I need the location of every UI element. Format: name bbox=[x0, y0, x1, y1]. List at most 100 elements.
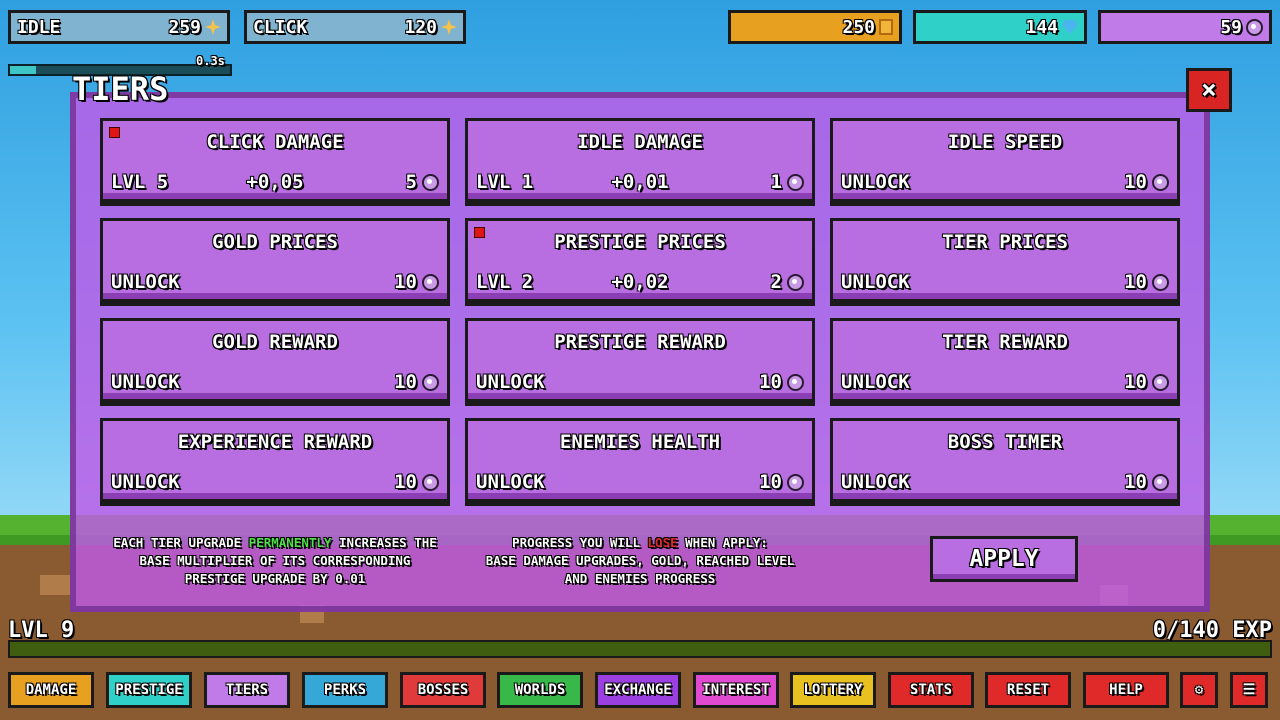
card-title: EXPERIENCE REWARD bbox=[177, 431, 373, 453]
info-highlight: PERMANENTLY bbox=[248, 535, 332, 550]
tier-card[interactable]: IDLE SPEED UNLOCK 10 bbox=[830, 118, 1180, 202]
apply-button[interactable]: APPLY bbox=[930, 536, 1078, 582]
card-title: TIER REWARD bbox=[942, 331, 1068, 353]
card-cost: 10 bbox=[1124, 371, 1147, 393]
click-damage-bar: CLICK 120 bbox=[244, 10, 466, 44]
card-title: GOLD PRICES bbox=[212, 231, 338, 253]
card-level: UNLOCK bbox=[841, 171, 910, 193]
close-icon: × bbox=[1201, 75, 1217, 105]
spark-icon bbox=[205, 19, 221, 35]
prestige-orb-icon bbox=[1152, 473, 1169, 491]
idle-value: 259 bbox=[168, 16, 201, 38]
nav-interest-button[interactable]: INTEREST bbox=[693, 672, 779, 708]
nav-label: STATS bbox=[909, 682, 953, 698]
nav-bosses-button[interactable]: BOSSES bbox=[400, 672, 486, 708]
gold-value: 250 bbox=[842, 16, 875, 38]
card-cost: 10 bbox=[759, 471, 782, 493]
prestige-orb-icon bbox=[1152, 273, 1169, 291]
prestige-orb-icon bbox=[787, 473, 804, 491]
player-level: LVL 9 bbox=[8, 618, 75, 643]
prestige-value: 59 bbox=[1220, 16, 1242, 38]
card-title: IDLE DAMAGE bbox=[577, 131, 703, 153]
spark-icon bbox=[441, 19, 457, 35]
card-level: LVL 1 bbox=[476, 171, 534, 193]
tier-card[interactable]: GOLD REWARD UNLOCK 10 bbox=[100, 318, 450, 402]
tier-card[interactable]: CLICK DAMAGE LVL 5 +0,05 5 bbox=[100, 118, 450, 202]
nav-stats-button[interactable]: STATS bbox=[888, 672, 974, 708]
tier-card[interactable]: EXPERIENCE REWARD UNLOCK 10 bbox=[100, 418, 450, 502]
tier-card[interactable]: PRESTIGE PRICES LVL 2 +0,02 2 bbox=[465, 218, 815, 302]
experience-value: 0/140 EXP bbox=[1152, 618, 1272, 643]
info-text: PROGRESS YOU WILL bbox=[512, 535, 648, 550]
nav-label: WORLDS bbox=[514, 682, 566, 698]
gems-value: 144 bbox=[1025, 16, 1058, 38]
card-level: UNLOCK bbox=[476, 471, 545, 493]
card-cost: 10 bbox=[394, 371, 417, 393]
nav-menu-button[interactable]: ☰ bbox=[1230, 672, 1268, 708]
card-title: TIER PRICES bbox=[942, 231, 1068, 253]
nav-damage-button[interactable]: DAMAGE bbox=[8, 672, 94, 708]
card-cost: 10 bbox=[1124, 171, 1147, 193]
tier-card[interactable]: ENEMIES HEALTH UNLOCK 10 bbox=[465, 418, 815, 502]
nav-tiers-button[interactable]: TIERS bbox=[204, 672, 290, 708]
gold-coin-icon bbox=[879, 19, 893, 35]
info-text: BASE MULTIPLIER OF ITS CORRESPONDING bbox=[139, 553, 411, 568]
card-title: CLICK DAMAGE bbox=[206, 131, 344, 153]
click-value: 120 bbox=[404, 16, 437, 38]
nav-help-button[interactable]: HELP bbox=[1083, 672, 1169, 708]
card-level: UNLOCK bbox=[841, 471, 910, 493]
card-cost: 10 bbox=[394, 271, 417, 293]
nav-label: PERKS bbox=[323, 682, 367, 698]
nav-worlds-button[interactable]: WORLDS bbox=[497, 672, 583, 708]
prestige-orb-icon bbox=[422, 273, 439, 291]
card-level: UNLOCK bbox=[111, 371, 180, 393]
nav-label: TIERS bbox=[225, 682, 269, 698]
tier-card[interactable]: GOLD PRICES UNLOCK 10 bbox=[100, 218, 450, 302]
diamond-icon bbox=[1062, 20, 1078, 34]
gems-bar: 144 bbox=[913, 10, 1087, 44]
card-level: UNLOCK bbox=[111, 271, 180, 293]
card-level: LVL 5 bbox=[111, 171, 169, 193]
click-label: CLICK bbox=[253, 16, 308, 38]
apply-label: APPLY bbox=[969, 546, 1039, 572]
tier-info-text: EACH TIER UPGRADE PERMANENTLY INCREASES … bbox=[100, 534, 450, 588]
card-cost: 1 bbox=[770, 171, 782, 193]
card-cost: 10 bbox=[759, 371, 782, 393]
nav-prestige-button[interactable]: PRESTIGE bbox=[106, 672, 192, 708]
info-text: BASE DAMAGE UPGRADES, GOLD, REACHED LEVE… bbox=[485, 553, 795, 568]
nav-label: BOSSES bbox=[417, 682, 469, 698]
close-button[interactable]: × bbox=[1186, 68, 1232, 112]
idle-damage-bar: IDLE 259 bbox=[8, 10, 230, 44]
tier-card[interactable]: BOSS TIMER UNLOCK 10 bbox=[830, 418, 1180, 502]
info-text: INCREASES THE bbox=[331, 535, 437, 550]
info-text: AND ENEMIES PROGRESS bbox=[564, 571, 716, 586]
nav-exchange-button[interactable]: EXCHANGE bbox=[595, 672, 681, 708]
card-level: UNLOCK bbox=[841, 371, 910, 393]
tier-card[interactable]: IDLE DAMAGE LVL 1 +0,01 1 bbox=[465, 118, 815, 202]
card-cost: 5 bbox=[405, 171, 417, 193]
card-level: LVL 2 bbox=[476, 271, 534, 293]
prestige-orb-icon bbox=[787, 173, 804, 191]
card-level: UNLOCK bbox=[841, 271, 910, 293]
tier-card[interactable]: PRESTIGE REWARD UNLOCK 10 bbox=[465, 318, 815, 402]
nav-label: LOTTERY bbox=[803, 682, 863, 698]
nav-label: ☰ bbox=[1242, 682, 1256, 698]
prestige-orb-icon bbox=[1152, 373, 1169, 391]
nav-label: DAMAGE bbox=[25, 682, 77, 698]
nav-label: RESET bbox=[1006, 682, 1050, 698]
nav-label: HELP bbox=[1109, 682, 1143, 698]
dirt-block bbox=[40, 575, 70, 595]
prestige-orb-icon bbox=[422, 373, 439, 391]
nav-perks-button[interactable]: PERKS bbox=[302, 672, 388, 708]
info-text: PRESTIGE UPGRADE BY 0.01 bbox=[184, 571, 366, 586]
nav-lottery-button[interactable]: LOTTERY bbox=[790, 672, 876, 708]
tier-card[interactable]: TIER REWARD UNLOCK 10 bbox=[830, 318, 1180, 402]
prestige-orb-icon bbox=[1152, 173, 1169, 191]
card-cost: 2 bbox=[770, 271, 782, 293]
nav-settings-button[interactable]: ⚙ bbox=[1180, 672, 1218, 708]
idle-timer-label: 0.3s bbox=[196, 54, 225, 68]
prestige-orb-icon bbox=[422, 173, 439, 191]
tier-card[interactable]: TIER PRICES UNLOCK 10 bbox=[830, 218, 1180, 302]
nav-reset-button[interactable]: RESET bbox=[985, 672, 1071, 708]
prestige-bar: 59 bbox=[1098, 10, 1272, 44]
